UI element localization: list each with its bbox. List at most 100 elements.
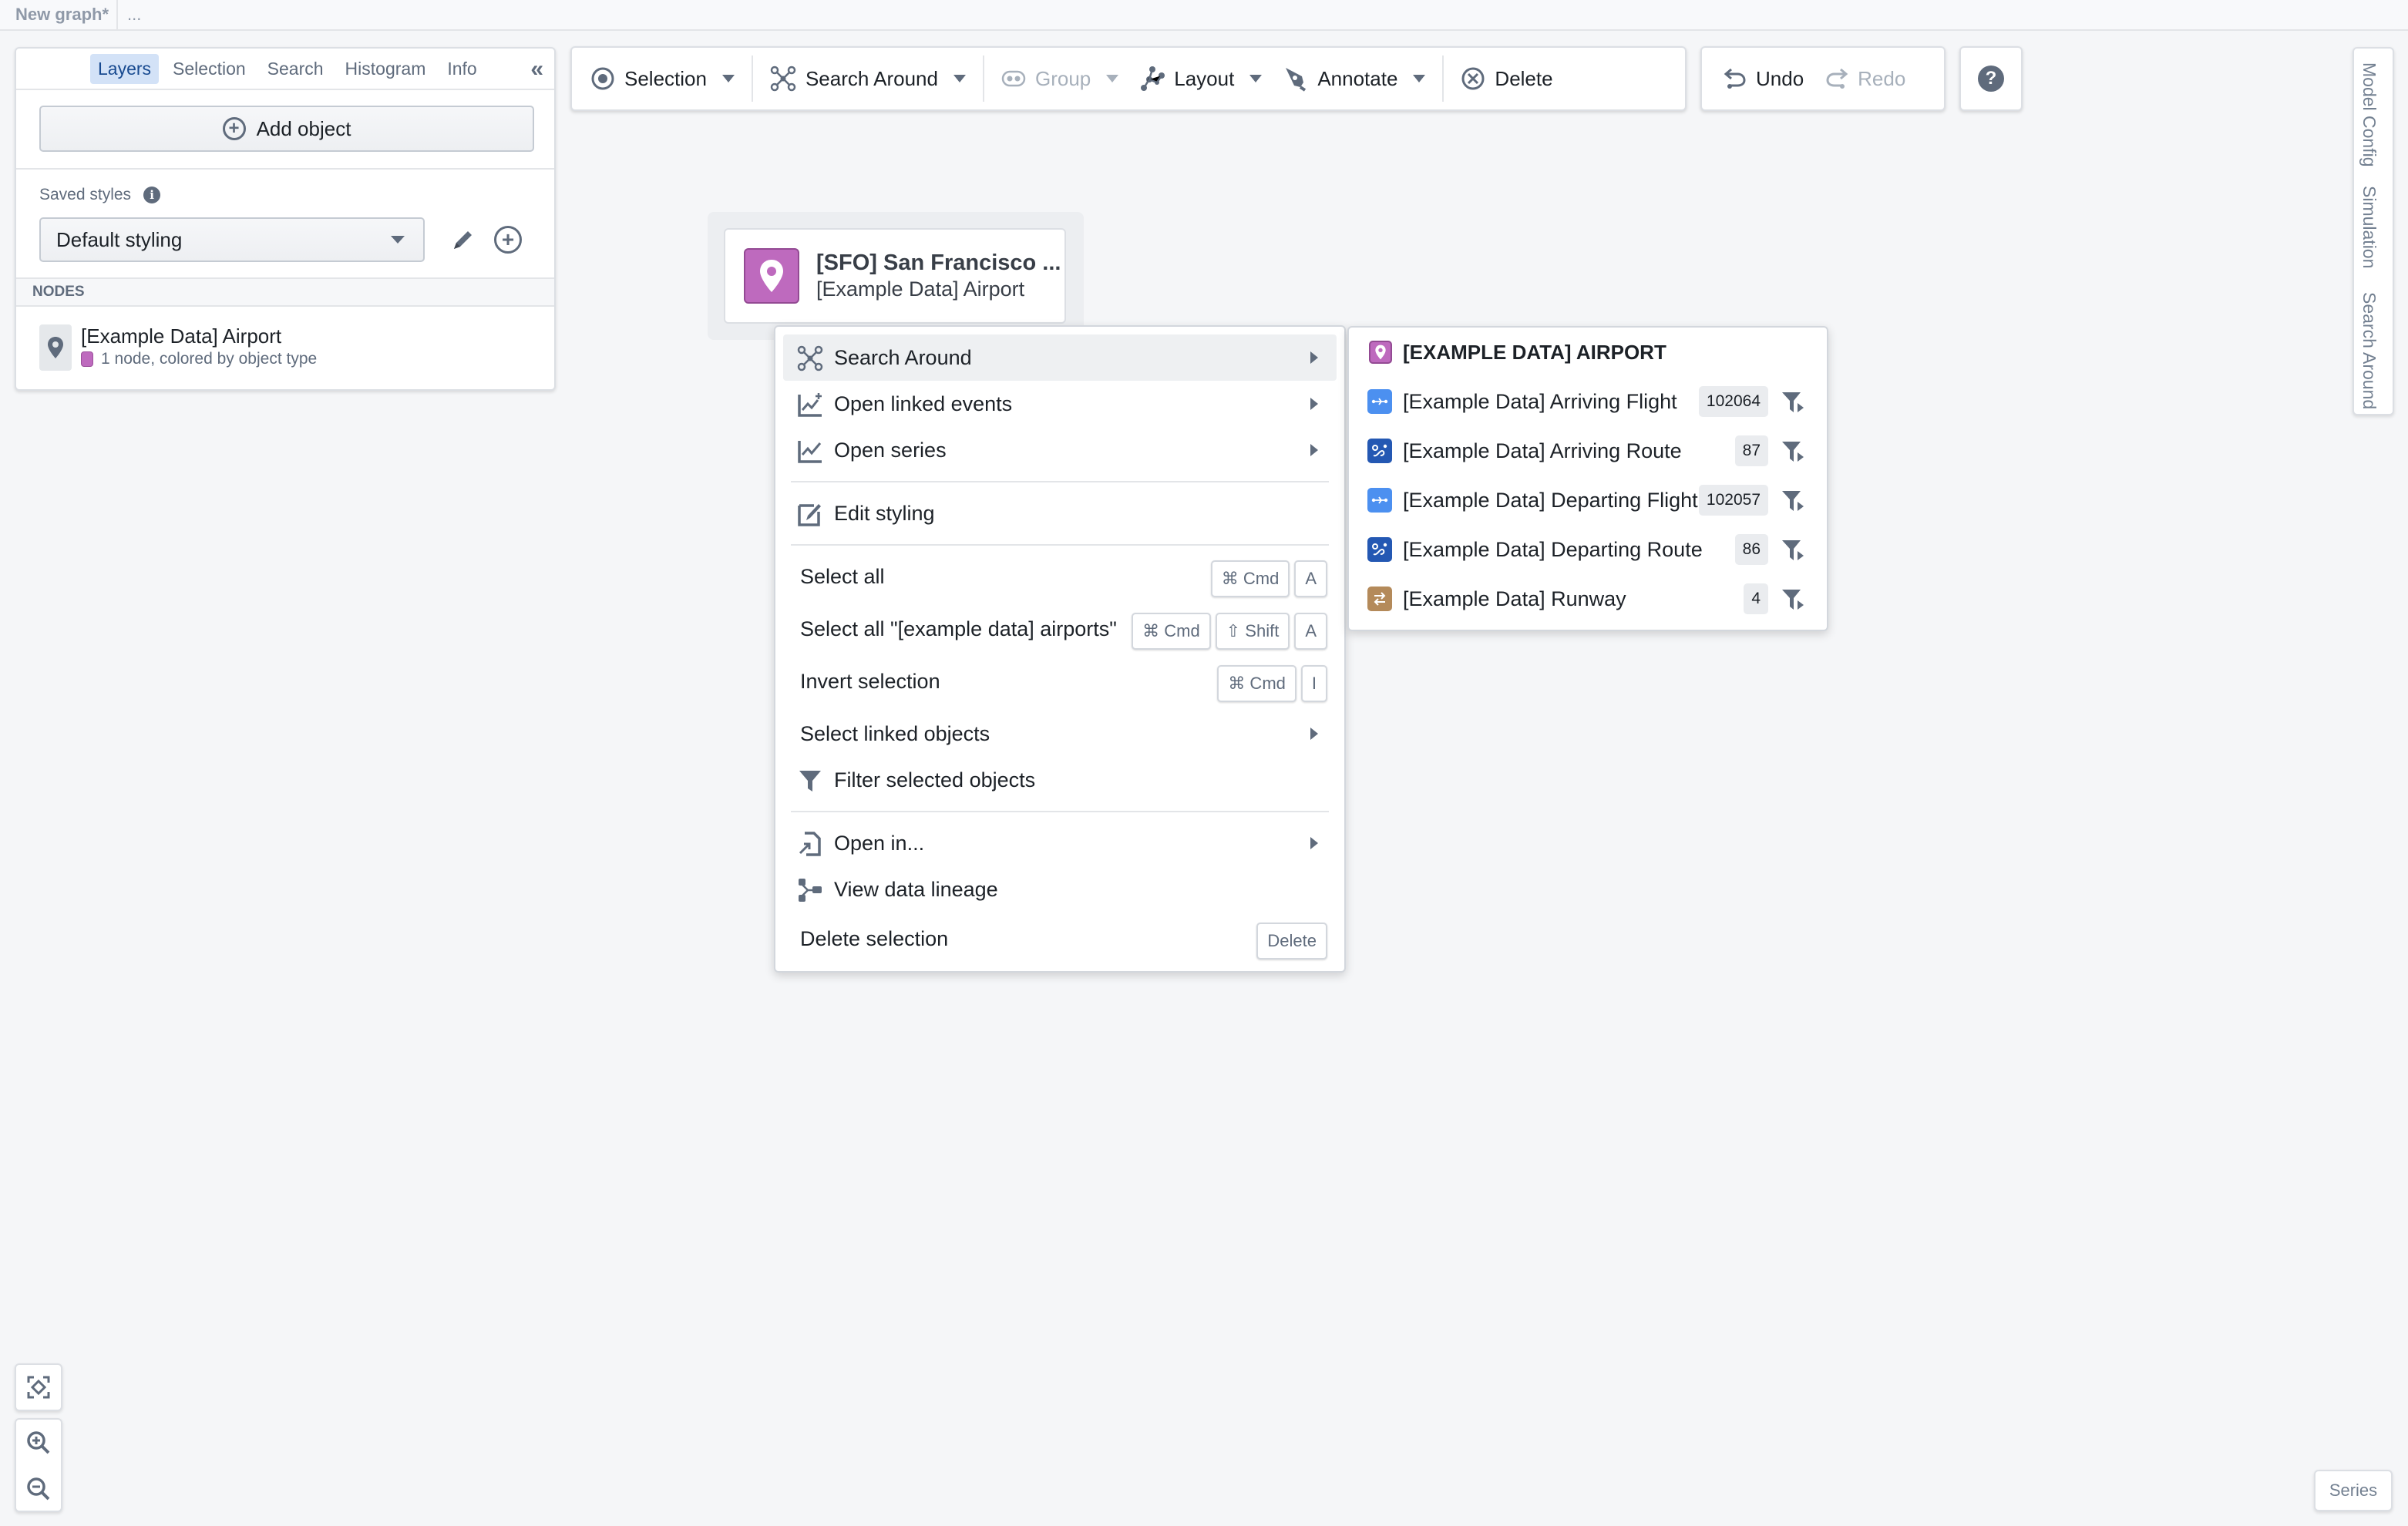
menu-item-label: Edit styling: [834, 501, 935, 525]
search-around-button[interactable]: Search Around: [759, 55, 977, 102]
graph-node-subtitle: [Example Data] Airport: [816, 277, 1025, 301]
filter-icon: [799, 771, 821, 792]
selection-label: Selection: [624, 66, 707, 90]
group-button[interactable]: Group: [990, 55, 1129, 102]
tab-simulation[interactable]: Simulation: [2359, 186, 2379, 268]
menu-item-label: Select all "[example data] airports": [800, 617, 1117, 640]
swap-arrows-icon: [1374, 592, 1386, 606]
menu-item-open-series[interactable]: Open series: [783, 427, 1337, 473]
saved-styles-select[interactable]: Default styling: [39, 217, 425, 262]
tab-model-config[interactable]: Model Config: [2359, 62, 2379, 167]
submenu-header-label: [EXAMPLE DATA] AIRPORT: [1403, 340, 1666, 364]
menu-item-select-linked[interactable]: Select linked objects: [783, 711, 1337, 757]
shortcut-keys: ⌘ Cmd I: [1212, 665, 1327, 702]
submenu-item-label: [Example Data] Arriving Route: [1403, 439, 1682, 462]
route-type-icon: [1367, 537, 1392, 562]
submenu-item[interactable]: [Example Data] Arriving Route 87: [1349, 426, 1827, 476]
runway-type-icon: [1367, 587, 1392, 611]
submenu-item[interactable]: [Example Data] Departing Route 86: [1349, 525, 1827, 574]
caret-right-icon: [1310, 728, 1318, 740]
menu-item-open-linked-events[interactable]: Open linked events: [783, 381, 1337, 427]
flight-path-icon: [1371, 398, 1388, 405]
tab-selection[interactable]: Selection: [165, 54, 254, 84]
edit-style-button[interactable]: [448, 224, 479, 255]
shortcut-keys: ⌘ Cmd ⇧ Shift A: [1127, 613, 1327, 650]
add-circle-icon: +: [222, 117, 246, 140]
map-marker-icon: [48, 337, 63, 358]
menu-item-delete-selection[interactable]: Delete selection Delete: [783, 916, 1337, 962]
menu-item-filter-selected[interactable]: Filter selected objects: [783, 757, 1337, 803]
menu-item-select-all-type[interactable]: Select all "[example data] airports" ⌘ C…: [783, 606, 1337, 652]
toolbar-separator: [1442, 55, 1444, 102]
menu-item-select-all[interactable]: Select all ⌘ Cmd A: [783, 553, 1337, 600]
key-delete: Delete: [1256, 923, 1327, 960]
undo-button[interactable]: Undo: [1702, 55, 1814, 102]
delete-button[interactable]: Delete: [1450, 55, 1563, 102]
annotate-label: Annotate: [1317, 66, 1398, 90]
submenu-item[interactable]: [Example Data] Arriving Flight 102064: [1349, 377, 1827, 426]
target-icon: [591, 67, 614, 90]
submenu-header: [EXAMPLE DATA] AIRPORT: [1349, 338, 1827, 366]
tab-layers[interactable]: Layers: [90, 53, 160, 84]
zoom-out-button[interactable]: [16, 1466, 61, 1512]
tab-search[interactable]: Search: [260, 54, 331, 84]
node-layer-item[interactable]: [Example Data] Airport 1 node, colored b…: [39, 324, 317, 371]
annotate-button[interactable]: Annotate: [1273, 55, 1436, 102]
search-around-icon: [770, 66, 796, 92]
help-toolbar: ?: [1959, 46, 2023, 111]
airport-type-icon: [1369, 341, 1392, 364]
add-object-button[interactable]: + Add object: [39, 106, 534, 152]
graph-node[interactable]: [SFO] San Francisco ... [Example Data] A…: [724, 228, 1066, 324]
count-badge: 102064: [1698, 386, 1768, 417]
caret-right-icon: [1310, 398, 1318, 410]
menu-divider: [791, 544, 1329, 546]
redo-icon: [1826, 68, 1848, 89]
submenu-item[interactable]: [Example Data] Runway 4: [1349, 574, 1827, 624]
filter-expand-icon[interactable]: [1781, 537, 1807, 563]
tab-search-around[interactable]: Search Around: [2359, 292, 2379, 409]
fit-to-screen-button[interactable]: [15, 1363, 62, 1411]
menu-item-open-in[interactable]: Open in...: [783, 820, 1337, 866]
menu-item-label: Delete selection: [800, 926, 949, 950]
node-layer-title: [Example Data] Airport: [81, 324, 282, 348]
menu-item-label: Search Around: [834, 345, 972, 369]
saved-styles-label: Saved styles i: [39, 186, 161, 204]
filter-expand-icon[interactable]: [1781, 389, 1807, 415]
color-swatch[interactable]: [81, 351, 93, 367]
filter-expand-icon[interactable]: [1781, 439, 1807, 465]
key-i: I: [1300, 665, 1327, 702]
flight-type-icon: [1367, 488, 1392, 513]
more-menu[interactable]: ...: [118, 5, 141, 25]
help-icon[interactable]: ?: [1978, 66, 2004, 92]
search-around-label: Search Around: [805, 66, 938, 90]
info-icon[interactable]: i: [143, 187, 161, 203]
history-toolbar: Undo Redo: [1700, 46, 1946, 111]
layout-button[interactable]: Layout: [1129, 55, 1273, 102]
menu-item-edit-styling[interactable]: Edit styling: [783, 490, 1337, 536]
menu-item-view-lineage[interactable]: View data lineage: [783, 866, 1337, 913]
count-badge: 87: [1734, 435, 1768, 466]
layout-label: Layout: [1174, 66, 1235, 90]
tab-info[interactable]: Info: [439, 54, 484, 84]
chevron-down-icon: [1106, 75, 1119, 82]
graph-title[interactable]: New graph*: [0, 0, 119, 30]
route-type-icon: [1367, 439, 1392, 463]
redo-button[interactable]: Redo: [1814, 55, 1916, 102]
collapse-panel-icon[interactable]: «: [530, 56, 543, 82]
filter-expand-icon[interactable]: [1781, 488, 1807, 514]
edit-style-icon: [798, 504, 821, 526]
menu-item-search-around[interactable]: Search Around: [783, 334, 1337, 381]
series-button[interactable]: Series: [2314, 1470, 2393, 1511]
search-around-icon: [797, 345, 823, 371]
add-style-button[interactable]: +: [494, 226, 522, 254]
submenu-item[interactable]: [Example Data] Departing Flight 102057: [1349, 476, 1827, 525]
plus-icon: +: [501, 227, 515, 251]
selection-button[interactable]: Selection: [572, 55, 745, 102]
menu-item-label: Invert selection: [800, 669, 940, 693]
delete-circle-icon: [1461, 67, 1485, 90]
menu-divider: [791, 481, 1329, 482]
zoom-in-button[interactable]: [16, 1420, 61, 1466]
filter-expand-icon[interactable]: [1781, 587, 1807, 613]
menu-item-invert-selection[interactable]: Invert selection ⌘ Cmd I: [783, 658, 1337, 704]
tab-histogram[interactable]: Histogram: [338, 54, 434, 84]
